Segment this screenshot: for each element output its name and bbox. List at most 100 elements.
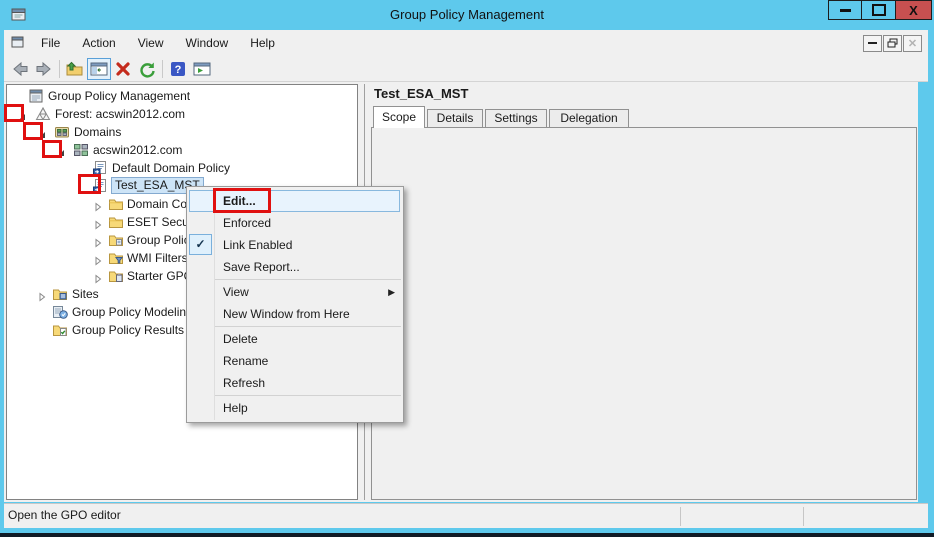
menu-bar: File Action View Window Help ✕ [4, 30, 928, 56]
expand-arrow-collapsed-icon[interactable] [93, 217, 103, 227]
forward-button[interactable] [32, 58, 56, 80]
group-policy-modeling-icon [52, 304, 68, 320]
main-area: Group Policy Management Forest: acswin20… [4, 82, 918, 502]
expand-arrow-collapsed-icon[interactable] [93, 235, 103, 245]
mdi-restore-button[interactable] [883, 35, 902, 52]
minimize-button[interactable] [828, 0, 862, 20]
annotation-box-edit-menu-item [213, 188, 271, 213]
annotation-box-forest-arrow [4, 104, 24, 122]
context-menu-enforced[interactable]: Enforced [187, 212, 403, 234]
menu-file[interactable]: File [30, 32, 71, 54]
status-text: Open the GPO editor [8, 508, 121, 522]
gpo-folder-icon [108, 232, 124, 248]
console-window-icon [10, 34, 26, 53]
refresh-button[interactable] [135, 58, 159, 80]
toolbar: ? [4, 56, 928, 82]
refresh-icon [138, 60, 157, 78]
new-window-button[interactable] [190, 58, 214, 80]
group-policy-results-icon [52, 322, 68, 338]
annotation-box-domain-arrow [42, 140, 62, 158]
context-menu-new-window-from-here[interactable]: New Window from Here [187, 303, 403, 325]
context-menu-view[interactable]: View ▶ [187, 281, 403, 303]
back-icon [10, 60, 30, 78]
title-bar: Group Policy Management X [0, 0, 934, 30]
starter-gpos-folder-icon [108, 268, 124, 284]
tree-item-label: Group Policy Results [72, 322, 184, 338]
screen-edge [0, 533, 934, 537]
delete-icon [114, 60, 132, 78]
annotation-box-domains-arrow [23, 122, 43, 140]
tree-item-domains[interactable]: Domains [8, 123, 357, 141]
back-button[interactable] [8, 58, 32, 80]
gpmc-window: Group Policy Management X File Action Vi… [0, 0, 934, 537]
maximize-icon [872, 4, 886, 16]
new-window-icon [192, 60, 212, 78]
tree-item-label: Sites [72, 286, 99, 302]
maximize-button[interactable] [861, 0, 896, 20]
wmi-filters-folder-icon [108, 250, 124, 266]
context-menu: Edit... Enforced ✓ Link Enabled Save Rep… [186, 186, 404, 423]
mdi-minimize-button[interactable] [863, 35, 882, 52]
svg-text:?: ? [175, 64, 182, 76]
tab-scope[interactable]: Scope [373, 106, 425, 128]
forest-icon [35, 106, 51, 122]
minimize-icon [840, 9, 851, 12]
menu-view[interactable]: View [127, 32, 175, 54]
mdi-close-button[interactable]: ✕ [903, 35, 922, 52]
tree-item-label: Default Domain Policy [112, 160, 230, 176]
tree-item-group-policy-management[interactable]: Group Policy Management [8, 87, 357, 105]
gpo-title: Test_ESA_MST [374, 86, 468, 101]
toolbar-separator [162, 60, 163, 78]
context-menu-link-enabled[interactable]: ✓ Link Enabled [187, 234, 403, 256]
context-menu-help[interactable]: Help [187, 397, 403, 419]
menu-separator [215, 279, 401, 280]
domains-icon [54, 124, 70, 140]
tree-item-label: Group Policy Modeling [72, 304, 193, 320]
folder-icon [108, 214, 124, 230]
tree-item-label: acswin2012.com [93, 142, 182, 158]
context-menu-save-report[interactable]: Save Report... [187, 256, 403, 278]
context-menu-delete[interactable]: Delete [187, 328, 403, 350]
domain-icon [73, 142, 89, 158]
menu-help[interactable]: Help [239, 32, 286, 54]
menu-window[interactable]: Window [175, 32, 240, 54]
tree-item-forest[interactable]: Forest: acswin2012.com [8, 105, 357, 123]
menu-action[interactable]: Action [71, 32, 126, 54]
delete-button[interactable] [111, 58, 135, 80]
tree-item-label: Forest: acswin2012.com [55, 106, 185, 122]
tree-item-label: WMI Filters [127, 250, 188, 266]
window-title: Group Policy Management [0, 7, 934, 22]
close-button[interactable]: X [895, 0, 932, 20]
tab-delegation[interactable]: Delegation [549, 109, 629, 128]
show-console-tree-button[interactable] [87, 58, 111, 80]
forward-icon [34, 60, 54, 78]
help-button[interactable]: ? [166, 58, 190, 80]
status-bar: Open the GPO editor [4, 503, 928, 528]
tree-item-label: Domains [74, 124, 121, 140]
context-menu-refresh[interactable]: Refresh [187, 372, 403, 394]
close-icon: X [909, 4, 918, 17]
folder-icon [108, 196, 124, 212]
help-icon: ? [169, 60, 187, 78]
expand-arrow-collapsed-icon[interactable] [93, 253, 103, 263]
context-menu-rename[interactable]: Rename [187, 350, 403, 372]
tab-details[interactable]: Details [427, 109, 483, 128]
up-one-level-button[interactable] [63, 58, 87, 80]
sites-folder-icon [52, 286, 68, 302]
submenu-arrow-icon: ▶ [388, 281, 395, 303]
expand-arrow-collapsed-icon[interactable] [93, 199, 103, 209]
tab-settings[interactable]: Settings [485, 109, 547, 128]
menu-separator [215, 326, 401, 327]
checkmark-icon: ✓ [189, 234, 212, 255]
up-one-level-icon [65, 60, 85, 78]
tree-item-label: Group Policy Management [48, 88, 190, 104]
menu-separator [215, 395, 401, 396]
toolbar-separator [59, 60, 60, 78]
tree-item-default-domain-policy[interactable]: Default Domain Policy [8, 159, 357, 177]
show-console-tree-icon [89, 60, 109, 78]
scope-tab-panel [371, 127, 917, 500]
expand-arrow-collapsed-icon[interactable] [37, 289, 47, 299]
annotation-box-gpo-icon [78, 174, 101, 194]
gpmc-icon [28, 88, 44, 104]
expand-arrow-collapsed-icon[interactable] [93, 271, 103, 281]
